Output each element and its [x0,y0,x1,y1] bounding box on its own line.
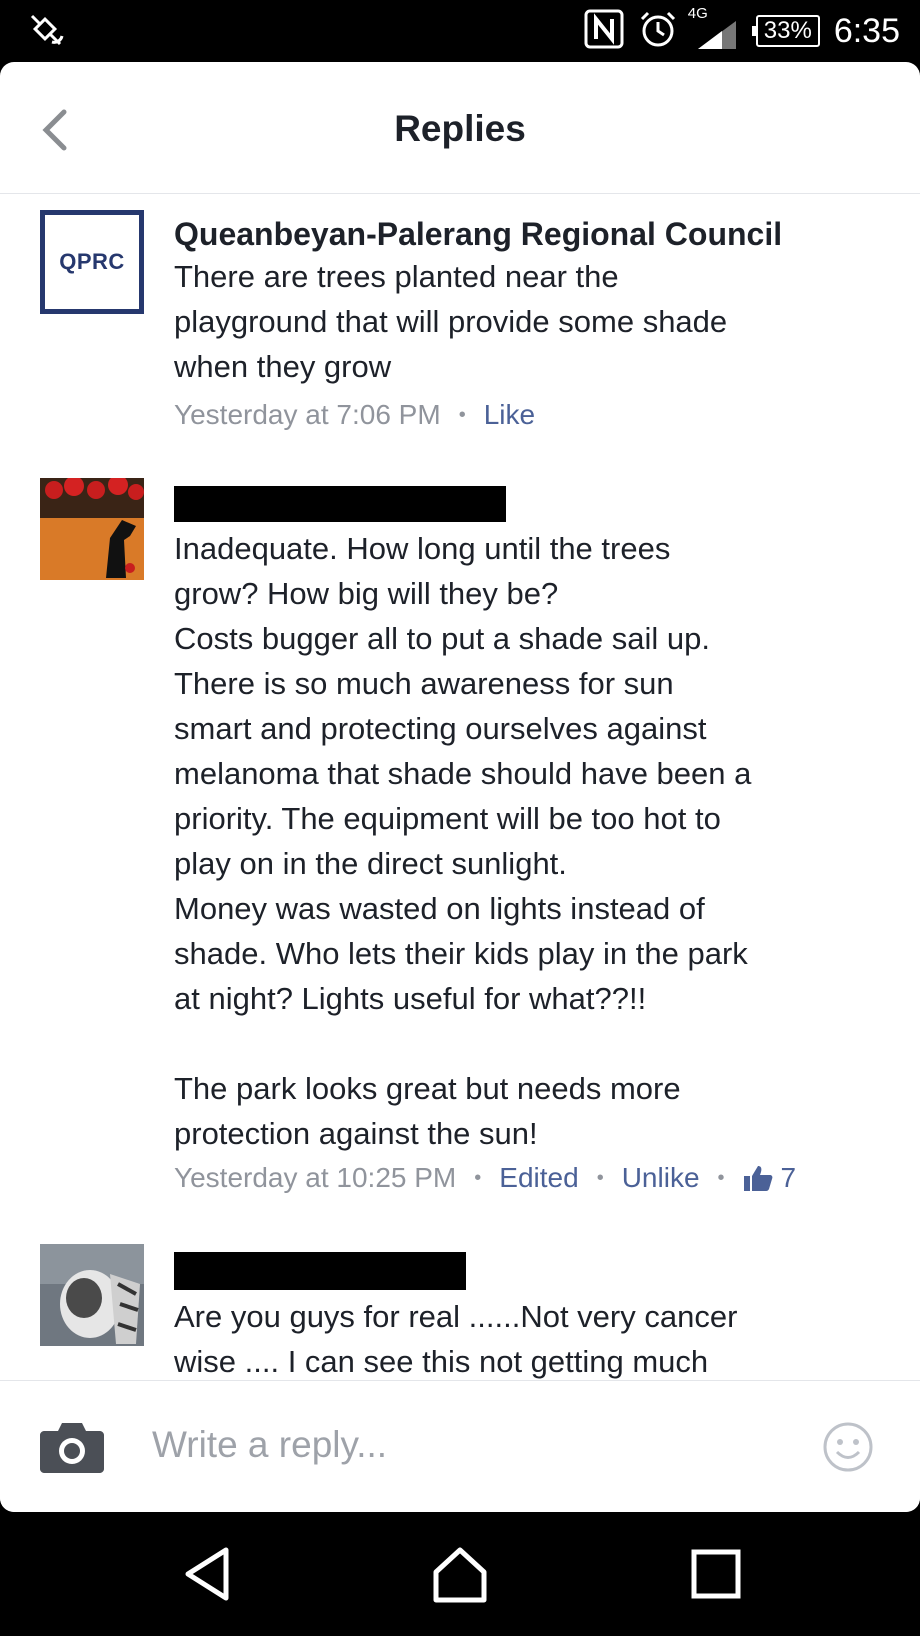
comment-text: Inadequate. How long until the trees gro… [174,531,752,1151]
square-recents-icon [691,1549,741,1599]
separator-dot: • [717,1166,725,1189]
status-bar: 4G 33% 6:35 [0,0,920,62]
camera-icon [40,1423,104,1473]
emoji-button[interactable] [822,1421,874,1478]
comment-timestamp[interactable]: Yesterday at 7:06 PM [174,399,441,431]
avatar-logo-text: QPRC [59,249,125,274]
edited-link[interactable]: Edited [499,1162,578,1194]
redacted-author-name [174,1252,466,1290]
navigation-bar [0,1512,920,1636]
satellite-icon [26,12,70,57]
unlike-button[interactable]: Unlike [622,1162,700,1194]
comment-meta: Yesterday at 10:25 PM • Edited • Unlike … [174,1162,874,1194]
replies-sheet: Replies QPRC Queanbeyan-Palerang Regiona… [0,62,920,1512]
nav-home-button[interactable] [428,1542,492,1606]
redacted-author-name [174,486,506,522]
thumbs-up-icon [743,1166,772,1191]
like-count-value: 7 [780,1162,797,1193]
smiley-icon [823,1422,873,1472]
network-type: 4G [687,5,708,22]
separator-dot: • [474,1166,482,1189]
reply-bar [0,1380,920,1512]
battery-indicator: 33% [751,15,820,47]
reply-input[interactable] [152,1415,752,1475]
home-icon [433,1547,487,1603]
page-title: Replies [394,108,526,149]
comment-meta: Yesterday at 7:06 PM • Like [174,399,874,431]
signal-icon: 4G [688,5,742,51]
nav-recents-button[interactable] [684,1542,748,1606]
battery-level: 33% [763,17,812,44]
header: Replies [0,62,920,194]
comment-author[interactable]: Queanbeyan-Palerang Regional Council [174,214,874,254]
comment-text: Are you guys for real ......Not very can… [174,1299,738,1379]
triangle-back-icon [185,1547,229,1601]
avatar[interactable] [40,1244,144,1346]
separator-dot: • [458,403,466,426]
separator-dot: • [596,1166,604,1189]
alarm-icon [638,9,678,54]
comment-timestamp[interactable]: Yesterday at 10:25 PM [174,1162,456,1194]
like-count[interactable]: 7 [743,1162,797,1194]
nav-back-button[interactable] [176,1542,240,1606]
clock: 6:35 [833,11,900,50]
nfc-icon [584,9,624,54]
comment-text: There are trees planted near the playgro… [174,259,728,384]
like-button[interactable]: Like [484,399,535,431]
avatar[interactable] [40,478,144,580]
avatar[interactable]: QPRC [40,210,144,314]
camera-button[interactable] [40,1421,104,1478]
